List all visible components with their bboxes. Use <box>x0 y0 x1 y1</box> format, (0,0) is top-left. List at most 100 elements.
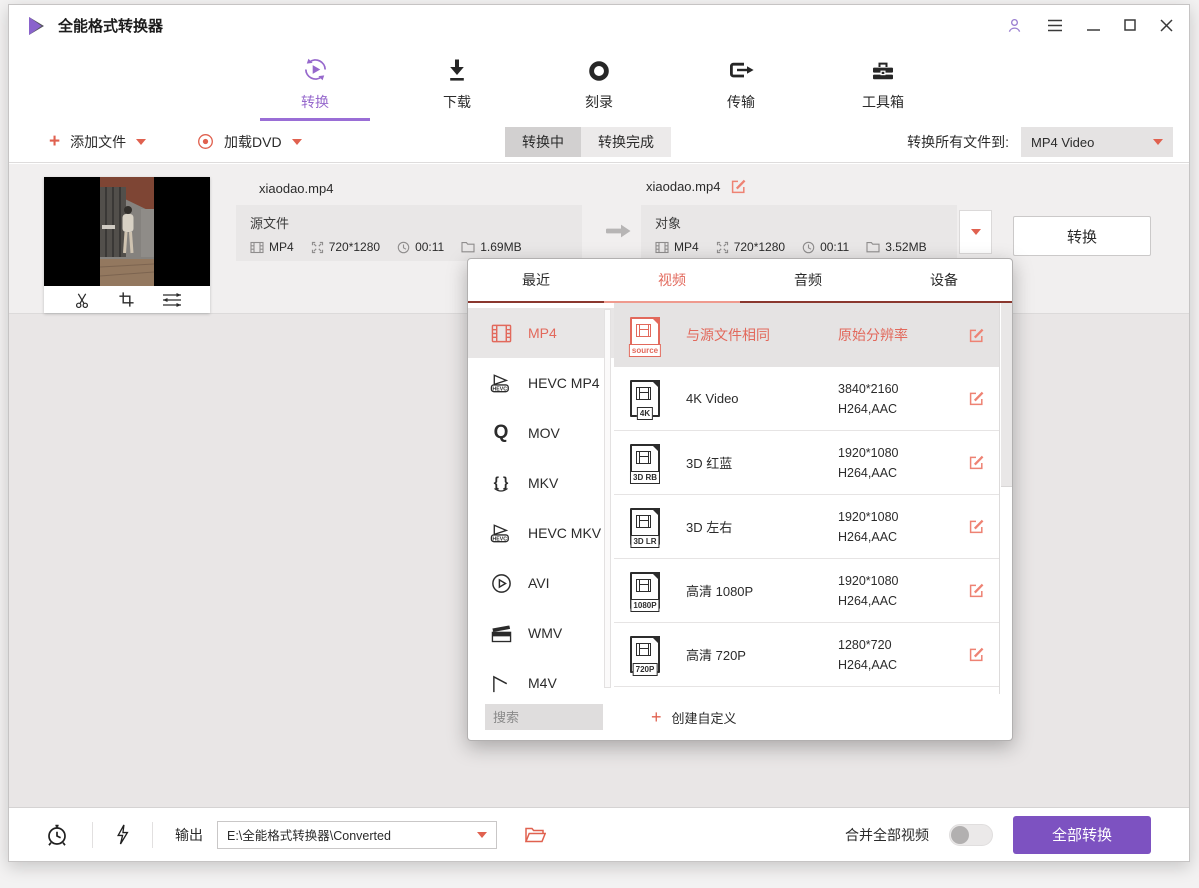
format-item-hevc-mp4[interactable]: HEVC HEVC MP4 <box>468 358 614 408</box>
clapperboard-icon <box>487 623 515 644</box>
search-input[interactable] <box>485 704 603 730</box>
svg-text:HEVC: HEVC <box>492 386 507 392</box>
burn-disc-icon <box>587 55 611 83</box>
format-label: M4V <box>528 675 557 691</box>
load-dvd-label: 加载DVD <box>224 132 282 152</box>
tab-burn[interactable]: 刻录 <box>556 45 642 121</box>
chevron-down-icon <box>292 139 302 145</box>
edit-preset-icon[interactable] <box>968 582 985 599</box>
edit-preset-icon[interactable] <box>968 390 985 407</box>
merge-videos-toggle[interactable] <box>949 824 993 846</box>
convert-button[interactable]: 转换 <box>1013 216 1151 256</box>
edit-preset-icon[interactable] <box>968 327 985 344</box>
tab-device[interactable]: 设备 <box>876 259 1012 301</box>
trim-scissors-icon[interactable] <box>73 291 91 309</box>
format-item-wmv[interactable]: WMV <box>468 608 614 658</box>
edit-preset-icon[interactable] <box>968 454 985 471</box>
source-format: MP4 <box>250 240 294 254</box>
format-label: HEVC MP4 <box>528 375 600 391</box>
load-dvd-button[interactable]: 加载DVD <box>197 121 302 162</box>
convert-all-button[interactable]: 全部转换 <box>1013 816 1151 854</box>
format-item-mp4[interactable]: MP4 <box>468 308 614 358</box>
convert-icon <box>302 55 329 83</box>
menu-icon[interactable] <box>1047 19 1063 32</box>
high-speed-bolt-icon[interactable] <box>114 823 130 846</box>
format-item-mkv[interactable]: { } MKV <box>468 458 614 508</box>
source-panel-label: 源文件 <box>250 213 568 232</box>
film-icon <box>250 241 264 254</box>
target-file-name: xiaodao.mp4 <box>646 179 720 194</box>
main-nav: 转换 下载 刻录 传输 工具箱 <box>9 45 1189 121</box>
app-title: 全能格式转换器 <box>58 15 163 36</box>
tab-download[interactable]: 下载 <box>414 45 500 121</box>
preset-format-icon: 1080P <box>630 572 660 609</box>
create-custom-button[interactable]: + 创建自定义 <box>651 708 737 727</box>
scrollbar-thumb[interactable] <box>1001 303 1012 487</box>
minimize-icon[interactable] <box>1087 19 1100 32</box>
play-flag-icon <box>487 673 515 694</box>
tab-recent[interactable]: 最近 <box>468 259 604 301</box>
account-icon[interactable] <box>1006 17 1023 34</box>
tab-convert[interactable]: 转换 <box>272 45 358 121</box>
format-item-hevc-mkv[interactable]: HEVC HEVC MKV <box>468 508 614 558</box>
plus-icon: + <box>651 708 662 726</box>
edit-preset-icon[interactable] <box>968 646 985 663</box>
video-thumbnail <box>44 177 210 313</box>
tab-toolbox[interactable]: 工具箱 <box>840 45 926 121</box>
preset-specs: 1920*1080 H264,AAC <box>838 571 898 611</box>
tab-video[interactable]: 视频 <box>604 259 740 301</box>
clock-icon <box>802 241 815 254</box>
preset-row-4k[interactable]: 4K 4K Video 3840*2160 H264,AAC <box>614 367 999 431</box>
target-resolution: 720*1280 <box>716 240 785 254</box>
format-item-mov[interactable]: Q MOV <box>468 408 614 458</box>
effects-sliders-icon[interactable] <box>162 292 182 308</box>
divider <box>152 822 153 848</box>
preset-row-1080p[interactable]: 1080P 高清 1080P 1920*1080 H264,AAC <box>614 559 999 623</box>
tab-label: 传输 <box>727 92 755 112</box>
plus-icon: + <box>49 133 60 151</box>
tab-label: 下载 <box>443 92 471 112</box>
preset-list: source 与源文件相同 原始分辨率 4K 4K Video 3840*216… <box>614 303 1012 694</box>
format-list: MP4 HEVC HEVC MP4 Q MOV { } MKV <box>468 303 614 694</box>
format-item-m4v[interactable]: M4V <box>468 658 614 694</box>
toolbar: + 添加文件 加载DVD 转换中 转换完成 转换所有文件到: MP4 Video <box>9 121 1189 163</box>
tab-completed[interactable]: 转换完成 <box>581 127 671 157</box>
preset-specs: 1920*1080 H264,AAC <box>838 507 898 547</box>
preset-row-720p[interactable]: 720P 高清 720P 1280*720 H264,AAC <box>614 623 999 687</box>
hevc-play-icon: HEVC <box>487 372 515 394</box>
close-icon[interactable] <box>1160 19 1173 32</box>
format-picker-tabs: 最近 视频 音频 设备 <box>468 259 1012 303</box>
film-icon <box>655 241 669 254</box>
resolution-icon <box>716 241 729 254</box>
toolbox-icon <box>870 55 896 83</box>
crop-icon[interactable] <box>118 291 135 308</box>
preset-row-3d-rb[interactable]: 3D RB 3D 红蓝 1920*1080 H264,AAC <box>614 431 999 495</box>
preset-row-3d-lr[interactable]: 3D LR 3D 左右 1920*1080 H264,AAC <box>614 495 999 559</box>
output-format-select[interactable]: MP4 Video <box>1021 127 1173 157</box>
open-output-folder-icon[interactable] <box>524 826 546 844</box>
edit-preset-icon[interactable] <box>968 518 985 535</box>
preset-format-icon: 3D RB <box>630 444 660 481</box>
target-format-dropdown-button[interactable] <box>959 210 992 254</box>
preset-list-scrollbar[interactable] <box>999 303 1012 694</box>
tab-audio[interactable]: 音频 <box>740 259 876 301</box>
rename-edit-icon[interactable] <box>730 178 747 195</box>
format-item-avi[interactable]: AVI <box>468 558 614 608</box>
output-path-select[interactable] <box>217 821 497 849</box>
format-list-scrollbar[interactable] <box>604 309 611 688</box>
tab-transfer[interactable]: 传输 <box>698 45 784 121</box>
clock-icon <box>397 241 410 254</box>
format-label: AVI <box>528 575 550 591</box>
convert-all-to-label: 转换所有文件到: <box>907 132 1009 152</box>
preset-specs: 1280*720 H264,AAC <box>838 635 897 675</box>
tab-converting[interactable]: 转换中 <box>505 127 581 157</box>
output-path-input[interactable] <box>227 828 477 842</box>
schedule-clock-icon[interactable] <box>45 823 69 847</box>
download-icon <box>445 55 469 83</box>
maximize-icon[interactable] <box>1124 19 1136 31</box>
preset-badge: 1080P <box>630 599 659 612</box>
preset-badge: 720P <box>633 663 658 676</box>
add-files-button[interactable]: + 添加文件 <box>49 121 146 162</box>
preset-row-same-as-source[interactable]: source 与源文件相同 原始分辨率 <box>614 303 999 367</box>
tab-label: 刻录 <box>585 92 613 112</box>
